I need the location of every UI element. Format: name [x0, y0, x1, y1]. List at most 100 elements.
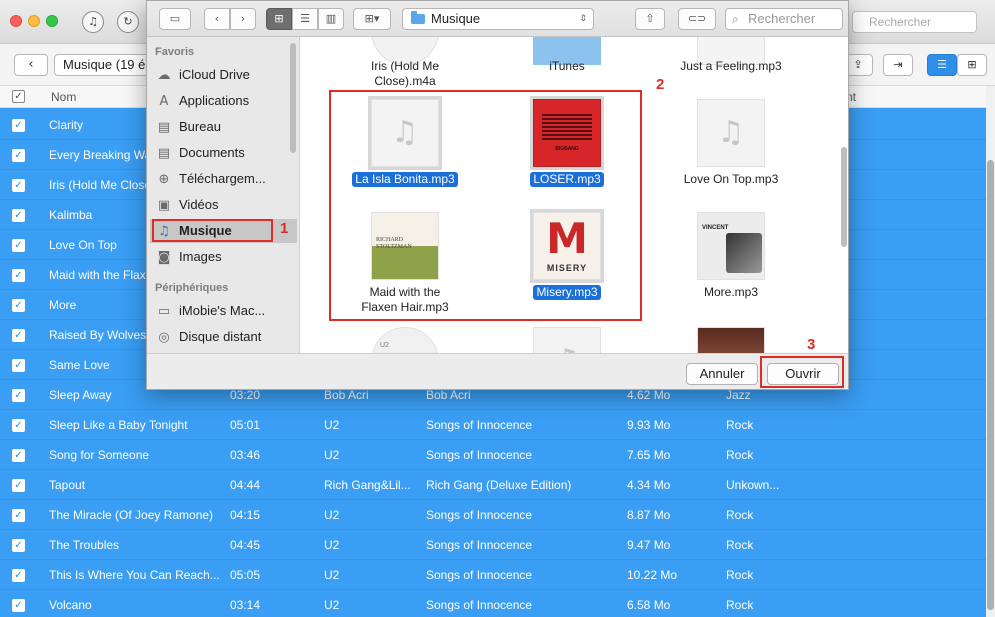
sidebar-item-documents[interactable]: ▤ Documents	[155, 141, 295, 165]
file-thumb-love-on-top[interactable]: ♫	[697, 99, 765, 167]
row-checkbox[interactable]: ✓	[12, 599, 25, 612]
import-to-device-icon[interactable]: ⇥	[883, 54, 913, 76]
icon-view-button[interactable]: ⊞	[266, 8, 292, 30]
cell-name: The Troubles	[49, 538, 120, 552]
music-note-icon[interactable]: ♫	[82, 11, 104, 33]
table-row[interactable]: ✓ Volcano 03:14 U2 Songs of Innocence 6.58 Mo…	[0, 590, 986, 617]
sidebar-item-downloads[interactable]: ⊕ Téléchargem...	[155, 167, 295, 191]
cell-duration: 04:45	[230, 538, 261, 552]
sidebar-label: Vidéos	[179, 197, 219, 212]
dialog-search-input[interactable]: ⌕ Rechercher	[725, 8, 843, 30]
table-row[interactable]: ✓ The Miracle (Of Joey Ramone) 04:15 U2 Song…	[0, 500, 986, 530]
row-checkbox[interactable]: ✓	[12, 389, 25, 402]
column-name-header[interactable]: Nom	[51, 86, 76, 108]
devices-header: Périphériques	[155, 282, 229, 294]
sidebar-item-mac[interactable]: ▭ iMobie's Mac...	[155, 299, 295, 323]
cell-artist: U2	[324, 538, 340, 552]
forward-arrow-icon[interactable]: ›	[230, 8, 256, 30]
album-art-u2[interactable]: U2	[371, 327, 439, 353]
list-view-button[interactable]: ☰	[927, 54, 957, 76]
content-scrollbar[interactable]	[841, 147, 847, 247]
cell-size: 10.22 Mo	[627, 568, 678, 582]
refresh-icon[interactable]: ↻	[117, 11, 139, 33]
sidebar-item-icloud[interactable]: ☁ iCloud Drive	[155, 63, 295, 87]
dialog-toolbar: ▭ ‹ › ⊞ ☰ ▥ ⊞▾ Musique ⇕ ⇧ ⊂⊃ ⌕ Recherch…	[147, 1, 848, 37]
table-row[interactable]: ✓ Tapout 04:44 Rich Gang&Lil... Rich Gang (D…	[0, 470, 986, 500]
close-window-button[interactable]	[10, 15, 22, 27]
row-checkbox[interactable]: ✓	[12, 419, 25, 432]
cell-size: 9.47 Mo	[627, 538, 671, 552]
file-label: Love On Top.mp3	[683, 172, 779, 186]
cell-genre: Unkown...	[726, 478, 780, 492]
row-checkbox[interactable]: ✓	[12, 449, 25, 462]
back-arrow-icon[interactable]: ‹	[204, 8, 230, 30]
sidebar-item-videos[interactable]: ▣ Vidéos	[155, 193, 295, 217]
cell-name: Song for Someone	[49, 448, 150, 462]
grid-view-button[interactable]: ⊞	[957, 54, 987, 76]
table-scrollbar-thumb[interactable]	[987, 160, 994, 610]
table-row[interactable]: ✓ Song for Someone 03:46 U2 Songs of Innocen…	[0, 440, 986, 470]
arrange-menu-icon[interactable]: ⊞▾	[353, 8, 391, 30]
cell-name: This Is Where You Can Reach...	[49, 568, 220, 582]
list-view-icon[interactable]: ☰	[292, 8, 318, 30]
sidebar-label: Disque distant	[179, 329, 262, 344]
location-popup[interactable]: Musique ⇕	[402, 8, 594, 30]
maximize-window-button[interactable]	[46, 15, 58, 27]
sidebar-item-applications[interactable]: A Applications	[155, 89, 295, 113]
minimize-window-button[interactable]	[28, 15, 40, 27]
table-row[interactable]: ✓ Sleep Like a Baby Tonight 05:01 U2 Songs o…	[0, 410, 986, 440]
row-checkbox[interactable]: ✓	[12, 299, 25, 312]
cell-album: Rich Gang (Deluxe Edition)	[426, 478, 572, 492]
tag-icon[interactable]: ⊂⊃	[678, 8, 716, 30]
file-name-iris[interactable]: Iris (Hold Me Close).m4a	[330, 59, 480, 89]
column-view-icon[interactable]: ▥	[318, 8, 344, 30]
cell-size: 8.87 Mo	[627, 508, 671, 522]
share-icon[interactable]: ⇧	[635, 8, 665, 30]
applications-icon: A	[159, 94, 169, 109]
sidebar-scrollbar[interactable]	[290, 43, 296, 153]
sidebar-label: iCloud Drive	[179, 67, 250, 82]
row-checkbox[interactable]: ✓	[12, 269, 25, 282]
row-checkbox[interactable]: ✓	[12, 479, 25, 492]
row-checkbox[interactable]: ✓	[12, 359, 25, 372]
sidebar-item-remote-disc[interactable]: ◎ Disque distant	[155, 325, 295, 349]
dialog-button-bar: Annuler Ouvrir	[147, 353, 848, 389]
cancel-button[interactable]: Annuler	[686, 363, 758, 385]
select-all-checkbox[interactable]: ✓	[12, 90, 25, 103]
album-art-more[interactable]: VINCENT	[697, 212, 765, 280]
cell-genre: Rock	[726, 448, 754, 462]
row-checkbox[interactable]: ✓	[12, 239, 25, 252]
file-label: Iris (Hold Me Close).m4a	[370, 59, 439, 88]
app-search-input[interactable]: Rechercher	[852, 11, 977, 33]
table-row[interactable]: ✓ The Troubles 04:45 U2 Songs of Innocence 9.…	[0, 530, 986, 560]
documents-icon: ▤	[157, 146, 171, 161]
file-name-more[interactable]: More.mp3	[656, 285, 806, 300]
annotation-number-3: 3	[807, 336, 816, 353]
sidebar-item-images[interactable]: ◙ Images	[155, 245, 295, 269]
table-row[interactable]: ✓ This Is Where You Can Reach... 05:05 U2 So…	[0, 560, 986, 590]
cell-album: Songs of Innocence	[426, 538, 533, 552]
sidebar-label: Documents	[179, 145, 245, 160]
cell-genre: Rock	[726, 508, 754, 522]
row-checkbox[interactable]: ✓	[12, 509, 25, 522]
cell-album: Songs of Innocence	[426, 448, 533, 462]
sidebar-toggle-icon[interactable]: ▭	[159, 8, 191, 30]
row-checkbox[interactable]: ✓	[12, 179, 25, 192]
row-checkbox[interactable]: ✓	[12, 119, 25, 132]
row-checkbox[interactable]: ✓	[12, 329, 25, 342]
cell-name: Sleep Like a Baby Tonight	[49, 418, 188, 432]
cell-genre: Rock	[726, 568, 754, 582]
row-checkbox[interactable]: ✓	[12, 539, 25, 552]
row-checkbox[interactable]: ✓	[12, 569, 25, 582]
dialog-search-placeholder: Rechercher	[748, 11, 816, 26]
album-art-partial[interactable]	[697, 327, 765, 353]
back-button[interactable]: ‹	[14, 54, 48, 76]
sidebar-item-bureau[interactable]: ▤ Bureau	[155, 115, 295, 139]
row-checkbox[interactable]: ✓	[12, 149, 25, 162]
film-icon: ▣	[157, 198, 171, 213]
file-name-love-on-top[interactable]: Love On Top.mp3	[656, 172, 806, 187]
row-checkbox[interactable]: ✓	[12, 209, 25, 222]
file-name-just-a-feeling[interactable]: Just a Feeling.mp3	[656, 59, 806, 74]
file-name-itunes[interactable]: iTunes	[492, 59, 642, 74]
file-thumb-partial[interactable]: ♫	[533, 327, 601, 353]
